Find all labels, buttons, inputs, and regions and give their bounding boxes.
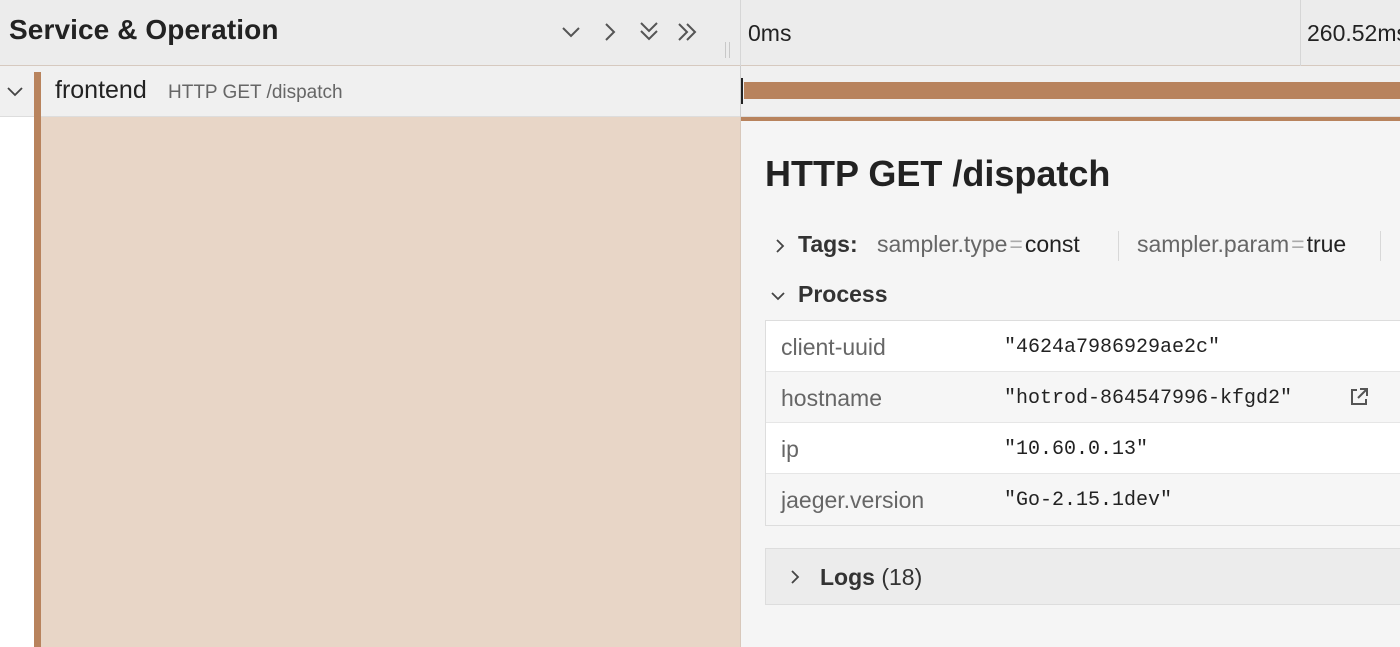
logs-section[interactable]: Logs (18) — [765, 548, 1400, 605]
chevron-down-icon — [771, 292, 785, 301]
timeline-tick-start: 0ms — [748, 20, 792, 46]
process-key: ip — [781, 436, 799, 462]
logs-label: Logs (18) — [820, 564, 922, 591]
timeline-tick-end: 260.52ms — [1307, 20, 1400, 46]
tags-label: Tags: — [798, 231, 858, 257]
table-row: client-uuid "4624a7986929ae2c" — [766, 321, 1400, 372]
process-key: jaeger.version — [781, 487, 925, 513]
tag-item: sampler.type=const — [877, 231, 1080, 258]
process-value: "10.60.0.13" — [1004, 438, 1149, 461]
logs-toggle[interactable] — [786, 568, 804, 586]
tag-key: sampler.type — [877, 231, 1008, 257]
resize-handle[interactable] — [724, 42, 732, 58]
process-value: "Go-2.15.1dev" — [1004, 489, 1173, 512]
tag-item: sampler.param=true — [1137, 231, 1346, 258]
chevron-right-icon — [791, 570, 800, 584]
span-detail-title: HTTP GET /dispatch — [765, 153, 1111, 194]
tag-value: true — [1306, 231, 1347, 257]
process-table: client-uuid "4624a7986929ae2c" hostname … — [765, 320, 1400, 526]
double-chevron-right-icon — [678, 23, 697, 41]
process-key: hostname — [781, 385, 883, 411]
table-row: hostname "hotrod-864547996-kfgd2" — [766, 372, 1400, 423]
collapse-one-icon[interactable] — [556, 17, 586, 47]
span-toggle[interactable] — [3, 79, 27, 103]
chevron-right-icon — [605, 23, 616, 41]
span-duration-bar[interactable] — [744, 82, 1400, 99]
span-service-name: frontend — [55, 76, 147, 104]
collapse-all-icon[interactable] — [634, 17, 664, 47]
span-tree-line — [34, 72, 41, 647]
expand-one-icon[interactable] — [595, 17, 625, 47]
span-detail-panel: HTTP GET /dispatch Tags: sampler.type=co… — [741, 117, 1400, 647]
tag-value: const — [1024, 231, 1080, 257]
table-row: jaeger.version "Go-2.15.1dev" — [766, 474, 1400, 525]
process-key: client-uuid — [781, 334, 886, 360]
process-value: "hotrod-864547996-kfgd2" — [1004, 387, 1293, 410]
double-chevron-down-icon — [640, 22, 658, 41]
external-link-icon[interactable] — [1348, 386, 1370, 408]
chevron-right-icon — [776, 239, 785, 253]
tags-toggle[interactable] — [771, 237, 789, 255]
logs-count: (18) — [881, 564, 923, 590]
process-value: "4624a7986929ae2c" — [1004, 336, 1221, 359]
column-title: Service & Operation — [9, 14, 279, 45]
chevron-down-icon — [7, 87, 23, 97]
tag-key: sampler.param — [1137, 231, 1290, 257]
process-toggle[interactable] — [769, 287, 787, 305]
span-operation-name: HTTP GET /dispatch — [168, 82, 343, 103]
tag-separator — [1380, 231, 1381, 261]
trace-header: Service & Operation 0ms 260.52ms — [0, 0, 1400, 66]
span-detail-left-fill — [41, 117, 741, 647]
tag-separator — [1118, 231, 1119, 261]
tag-equals: = — [1009, 231, 1023, 257]
chevron-down-icon — [562, 27, 580, 38]
process-label: Process — [798, 281, 888, 307]
logs-title: Logs — [820, 564, 875, 590]
table-row: ip "10.60.0.13" — [766, 423, 1400, 474]
column-divider — [740, 0, 741, 66]
expand-all-icon[interactable] — [673, 17, 703, 47]
tag-equals: = — [1291, 231, 1305, 257]
timeline-cursor — [741, 78, 743, 104]
